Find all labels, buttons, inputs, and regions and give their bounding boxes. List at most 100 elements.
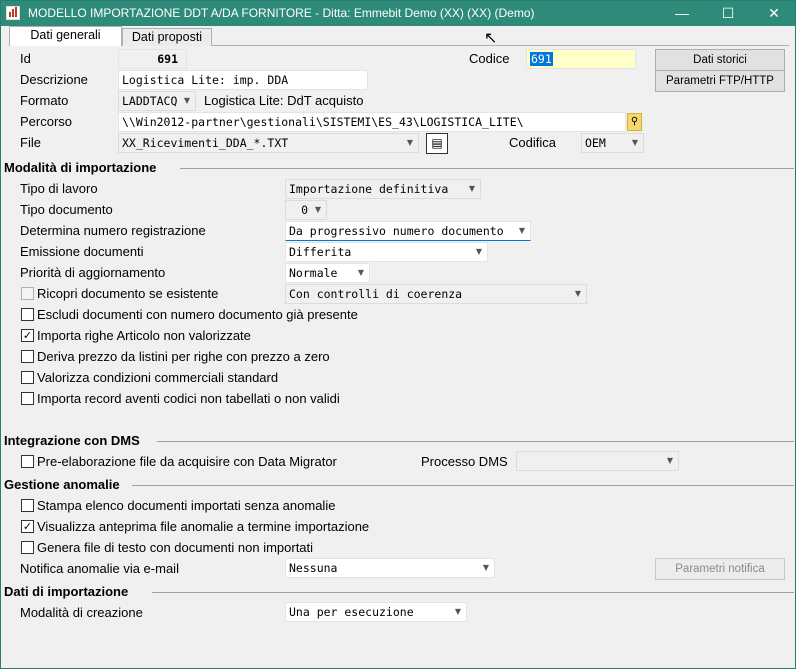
window-title: MODELLO IMPORTAZIONE DDT A/DA FORNITORE … [28,6,535,20]
priorita-label: Priorità di aggiornamento [20,265,166,280]
modalita-creazione-dropdown[interactable]: Una per esecuzione ▼ [285,602,467,622]
pre-elaborazione-label: Pre-elaborazione file da acquisire con D… [37,454,337,469]
minimize-icon[interactable]: — [659,1,705,26]
determina-dropdown[interactable]: Da progressivo numero documento ▼ [285,221,531,241]
importa-righe-label: Importa righe Articolo non valorizzate [37,328,251,343]
search-icon[interactable]: ⚲ [627,113,642,131]
notifica-label: Notifica anomalie via e-mail [20,561,179,576]
emissione-dropdown[interactable]: Differita ▼ [285,242,488,262]
tipo-lavoro-dropdown[interactable]: Importazione definitiva ▼ [285,179,481,199]
section-gestione-anomalie: Gestione anomalie [4,477,794,492]
file-dropdown[interactable]: XX_Ricevimenti_DDA_*.TXT ▼ [118,133,419,153]
escludi-label: Escludi documenti con numero documento g… [37,307,358,322]
modalita-creazione-label: Modalità di creazione [20,605,143,620]
visualizza-checkbox[interactable]: ✓ [21,520,34,533]
pre-elaborazione-checkbox[interactable] [21,455,34,468]
tipo-lavoro-label: Tipo di lavoro [20,181,98,196]
formato-dropdown[interactable]: LADDTACQ ▼ [118,91,196,111]
chevron-down-icon[interactable]: ▼ [478,559,494,577]
section-title: Modalità di importazione [4,160,157,175]
genera-checkbox[interactable] [21,541,34,554]
chevron-down-icon[interactable]: ▼ [310,201,326,219]
app-icon [6,6,20,20]
chevron-down-icon[interactable]: ▼ [179,92,195,110]
section-divider [152,592,794,593]
section-modalita-importazione: Modalità di importazione [4,160,794,175]
ricopri-label: Ricopri documento se esistente [37,286,219,301]
notifica-value: Nessuna [289,561,338,575]
section-title: Dati di importazione [4,584,129,599]
emissione-value: Differita [289,245,352,259]
descrizione-label: Descrizione [20,72,88,87]
formato-description: Logistica Lite: DdT acquisto [204,93,364,108]
file-browse-icon[interactable]: ▤ [426,133,448,154]
cursor-icon: ↖ [484,30,498,47]
processo-dms-dropdown[interactable]: ▼ [516,451,679,471]
escludi-checkbox[interactable] [21,308,34,321]
chevron-down-icon[interactable]: ▼ [662,452,678,470]
notifica-dropdown[interactable]: Nessuna ▼ [285,558,495,578]
main-window: MODELLO IMPORTAZIONE DDT A/DA FORNITORE … [0,0,796,669]
tipo-lavoro-value: Importazione definitiva [289,182,449,196]
ricopri-dropdown[interactable]: Con controlli di coerenza ▼ [285,284,587,304]
codice-label: Codice [469,51,510,66]
genera-label: Genera file di testo con documenti non i… [37,540,314,555]
chevron-down-icon[interactable]: ▼ [627,134,643,152]
importa-record-label: Importa record aventi codici non tabella… [37,391,340,406]
emissione-label: Emissione documenti [20,244,144,259]
priorita-dropdown[interactable]: Normale ▼ [285,263,370,283]
file-value: XX_Ricevimenti_DDA_*.TXT [122,136,289,150]
section-dati-importazione: Dati di importazione [4,584,794,599]
chevron-down-icon[interactable]: ▼ [570,285,586,303]
codifica-value: OEM [585,136,606,150]
modalita-creazione-value: Una per esecuzione [289,605,414,619]
chevron-down-icon[interactable]: ▼ [353,264,369,282]
stampa-checkbox[interactable] [21,499,34,512]
visualizza-label: Visualizza anteprima file anomalie a ter… [37,519,370,534]
id-label: Id [20,51,31,66]
processo-dms-label: Processo DMS [421,454,508,469]
importa-record-checkbox[interactable] [21,392,34,405]
tab-dati-proposti[interactable]: Dati proposti [122,28,212,46]
chevron-down-icon[interactable]: ▼ [464,180,480,198]
valorizza-label: Valorizza condizioni commerciali standar… [37,370,279,385]
chevron-down-icon[interactable]: ▼ [450,603,466,621]
title-bar: MODELLO IMPORTAZIONE DDT A/DA FORNITORE … [1,1,795,26]
section-divider [132,485,794,486]
section-divider [157,441,794,442]
formato-label: Formato [20,93,69,108]
codifica-dropdown[interactable]: OEM ▼ [581,133,644,153]
chevron-down-icon[interactable]: ▼ [471,243,487,261]
deriva-checkbox[interactable] [21,350,34,363]
parametri-notifica-button[interactable]: Parametri notifica [655,558,785,580]
tipo-documento-value: 0 [301,203,308,217]
parametri-ftp-button[interactable]: Parametri FTP/HTTP [655,70,785,92]
codifica-label: Codifica [509,135,556,150]
section-title: Gestione anomalie [4,477,120,492]
section-integrazione-dms: Integrazione con DMS [4,433,794,448]
priorita-value: Normale [289,266,338,280]
section-title: Integrazione con DMS [4,433,140,448]
tipo-documento-dropdown[interactable]: 0 ▼ [285,200,327,220]
formato-value: LADDTACQ [122,94,178,108]
percorso-label: Percorso [20,114,73,129]
codice-field[interactable]: 691 [526,49,636,69]
stampa-label: Stampa elenco documenti importati senza … [37,498,336,513]
ricopri-checkbox[interactable] [21,287,34,300]
chevron-down-icon[interactable]: ▼ [402,134,418,152]
dati-storici-button[interactable]: Dati storici [655,49,785,71]
id-field[interactable]: 691 [118,49,187,69]
chevron-down-icon[interactable]: ▼ [514,222,530,240]
codice-value: 691 [530,52,553,66]
determina-label: Determina numero registrazione [20,223,206,238]
close-icon[interactable]: ✕ [751,1,796,26]
tab-dati-generali[interactable]: Dati generali [9,26,122,46]
section-divider [180,168,794,169]
file-label: File [20,135,41,150]
percorso-field[interactable]: \\Win2012-partner\gestionali\SISTEMI\ES_… [118,112,626,132]
valorizza-checkbox[interactable] [21,371,34,384]
importa-righe-checkbox[interactable]: ✓ [21,329,34,342]
tipo-documento-label: Tipo documento [20,202,113,217]
descrizione-field[interactable]: Logistica Lite: imp. DDA [118,70,368,90]
maximize-icon[interactable]: ☐ [705,1,751,26]
